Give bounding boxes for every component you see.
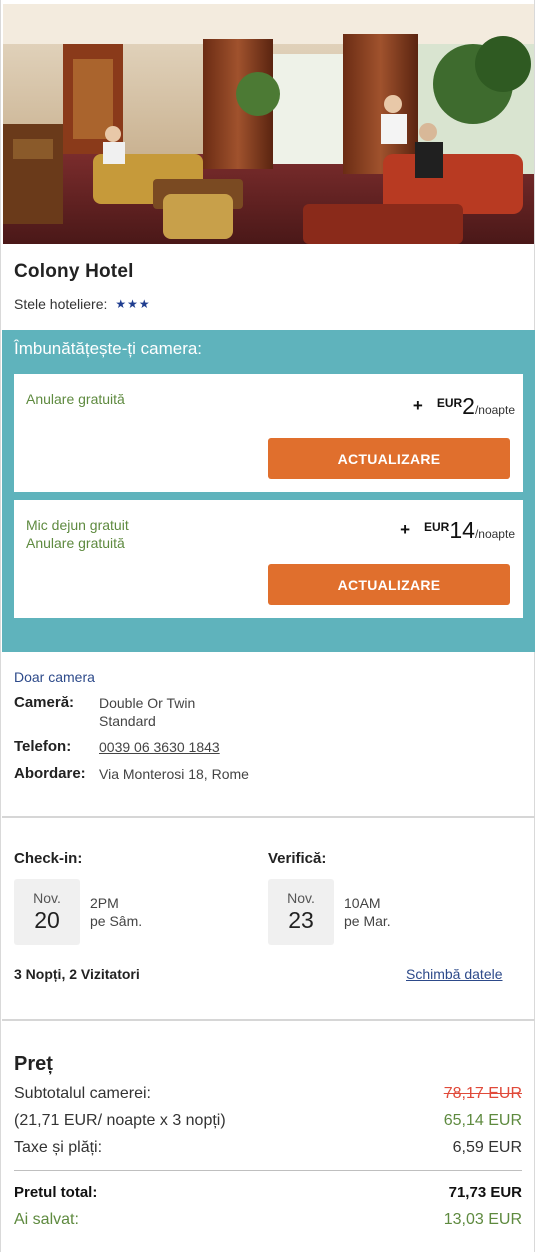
upgrade-price: + EUR 14 /noapte <box>400 518 515 542</box>
upgrade-price: + EUR 2 /noapte <box>413 394 515 418</box>
checkin-label: Check-in: <box>14 850 83 867</box>
upgrade-room-section: Îmbunătățește-ți camera: Anulare gratuit… <box>2 330 535 652</box>
address-label: Abordare: <box>14 765 86 782</box>
upgrade-option-card: Anulare gratuită + EUR 2 /noapte ACTUALI… <box>14 374 523 492</box>
hotel-photo <box>3 4 534 244</box>
hotel-name: Colony Hotel <box>14 261 134 282</box>
upgrade-option-benefits: Mic dejun gratuit Anulare gratuită <box>26 516 129 552</box>
price-currency: EUR <box>424 520 450 534</box>
checkout-weekday: pe Mar. <box>344 913 391 929</box>
taxes-value: 6,59 EUR <box>452 1139 522 1156</box>
benefit-line: Mic dejun gratuit <box>26 517 129 533</box>
star-rating-icon: ★★★ <box>115 297 151 311</box>
hotel-stars-row: Stele hoteliere: ★★★ <box>14 296 151 312</box>
room-type-line: Standard <box>99 713 156 729</box>
room-type-label: Cameră: <box>14 694 75 711</box>
update-button[interactable]: ACTUALIZARE <box>268 438 510 479</box>
booking-panel: Colony Hotel Stele hoteliere: ★★★ Îmbună… <box>0 0 535 1252</box>
phone-label: Telefon: <box>14 738 72 755</box>
change-dates-link[interactable]: Schimbă datele <box>406 966 503 982</box>
phone-link[interactable]: 0039 06 3630 1843 <box>99 738 220 756</box>
price-per-night: /noapte <box>474 403 515 417</box>
price-currency: EUR <box>436 396 463 410</box>
checkout-month: Nov. <box>287 890 315 906</box>
stars-label: Stele hoteliere: <box>14 296 108 312</box>
per-night-row: (21,71 EUR/ noapte x 3 nopți) 65,14 EUR <box>14 1112 522 1130</box>
plus-sign: + <box>412 396 423 415</box>
benefit-line: Anulare gratuită <box>26 535 125 551</box>
saved-label: Ai salvat: <box>14 1211 79 1228</box>
checkin-date-box: Nov. 20 <box>14 879 80 945</box>
taxes-label: Taxe și plăți: <box>14 1139 103 1156</box>
total-label: Pretul total: <box>14 1184 98 1201</box>
update-button[interactable]: ACTUALIZARE <box>268 564 510 605</box>
checkin-time: 2PM pe Sâm. <box>90 894 142 930</box>
subtotal-label: Subtotalul camerei: <box>14 1085 151 1102</box>
upgrade-title: Îmbunătățește-ți camera: <box>14 339 203 358</box>
room-only-label: Doar camera <box>14 669 95 685</box>
checkout-label: Verifică: <box>268 850 327 867</box>
divider <box>2 1019 535 1021</box>
checkin-weekday: pe Sâm. <box>90 913 143 929</box>
checkin-month: Nov. <box>33 890 61 906</box>
address-value: Via Monterosi 18, Rome <box>99 766 249 782</box>
price-separator <box>14 1170 522 1171</box>
upgrade-option-card: Mic dejun gratuit Anulare gratuită + EUR… <box>14 500 523 618</box>
price-amount: 2 <box>462 393 475 419</box>
saved-value: 13,03 EUR <box>443 1211 522 1228</box>
price-per-night: /noapte <box>474 527 515 541</box>
subtotal-row: Subtotalul camerei: 78,17 EUR <box>14 1085 522 1103</box>
total-row: Pretul total: 71,73 EUR <box>14 1184 522 1201</box>
checkin-hour: 2PM <box>90 895 119 911</box>
upgrade-option-benefits: Anulare gratuită <box>26 390 125 408</box>
saved-row: Ai salvat: 13,03 EUR <box>14 1211 522 1229</box>
per-night-value: 65,14 EUR <box>443 1112 522 1129</box>
subtotal-old-price: 78,17 EUR <box>443 1085 522 1102</box>
room-type-value: Double Or Twin Standard <box>99 694 195 730</box>
per-night-label: (21,71 EUR/ noapte x 3 nopți) <box>14 1112 226 1129</box>
room-type-line: Double Or Twin <box>99 695 196 711</box>
checkin-day: 20 <box>34 907 60 933</box>
divider <box>2 816 535 818</box>
checkout-hour: 10AM <box>344 895 381 911</box>
price-amount: 14 <box>449 517 475 543</box>
checkout-date-box: Nov. 23 <box>268 879 334 945</box>
taxes-row: Taxe și plăți: 6,59 EUR <box>14 1139 522 1157</box>
total-value: 71,73 EUR <box>448 1184 522 1201</box>
plus-sign: + <box>400 520 411 539</box>
price-title: Preț <box>14 1053 53 1075</box>
checkout-time: 10AM pe Mar. <box>344 894 391 930</box>
benefit-line: Anulare gratuită <box>26 391 125 407</box>
stay-summary: 3 Nopți, 2 Vizitatori <box>14 966 140 982</box>
checkout-day: 23 <box>288 907 314 933</box>
